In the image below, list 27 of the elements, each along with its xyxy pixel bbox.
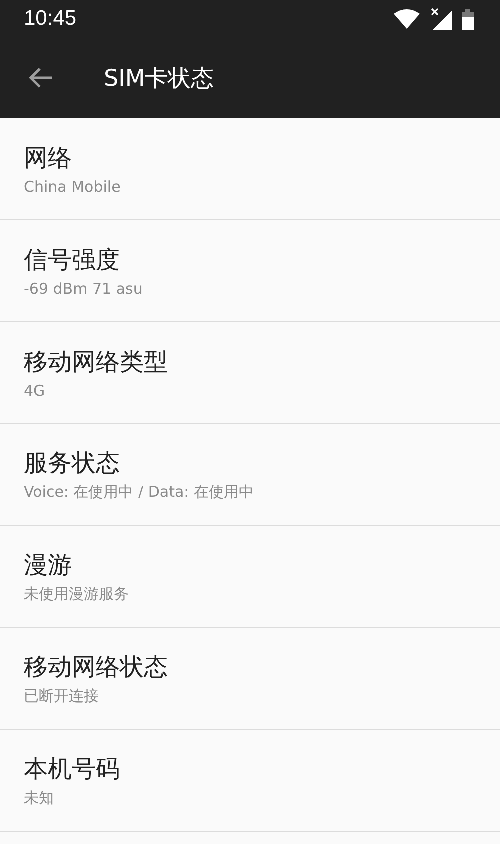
settings-item[interactable]: 网络 China Mobile [0, 118, 500, 220]
item-title: 信号强度 [24, 244, 121, 276]
item-title: 网络 [24, 142, 73, 174]
settings-item[interactable]: 服务状态 Voice: 在使用中 / Data: 在使用中 [0, 424, 500, 526]
item-title: 本机号码 [24, 754, 121, 785]
status-time: 10:45 [24, 7, 77, 31]
item-summary: 未知 [24, 789, 55, 808]
settings-item[interactable]: 移动网络类型 4G [0, 322, 500, 424]
back-arrow-icon [28, 67, 54, 89]
item-title: 移动网络类型 [24, 346, 169, 378]
no-signal-icon [430, 8, 452, 30]
settings-item[interactable]: 移动网络状态 已断开连接 [0, 628, 500, 730]
item-title: 漫游 [24, 550, 73, 581]
item-summary: China Mobile [24, 178, 122, 196]
settings-item[interactable]: 信号强度 -69 dBm 71 asu [0, 220, 500, 322]
item-summary: 未使用漫游服务 [24, 585, 130, 604]
settings-item[interactable]: 本机号码 未知 [0, 730, 500, 832]
item-summary: 4G [24, 382, 46, 400]
item-title: 服务状态 [24, 448, 121, 479]
wifi-icon [394, 9, 420, 29]
item-summary: -69 dBm 71 asu [24, 280, 144, 298]
battery-icon [462, 8, 474, 30]
item-summary: Voice: 在使用中 / Data: 在使用中 [24, 483, 255, 502]
settings-item[interactable]: 漫游 未使用漫游服务 [0, 526, 500, 628]
item-summary: 已断开连接 [24, 687, 100, 706]
item-title: 移动网络状态 [24, 652, 169, 683]
screen-title: SIM卡状态 [104, 64, 214, 94]
